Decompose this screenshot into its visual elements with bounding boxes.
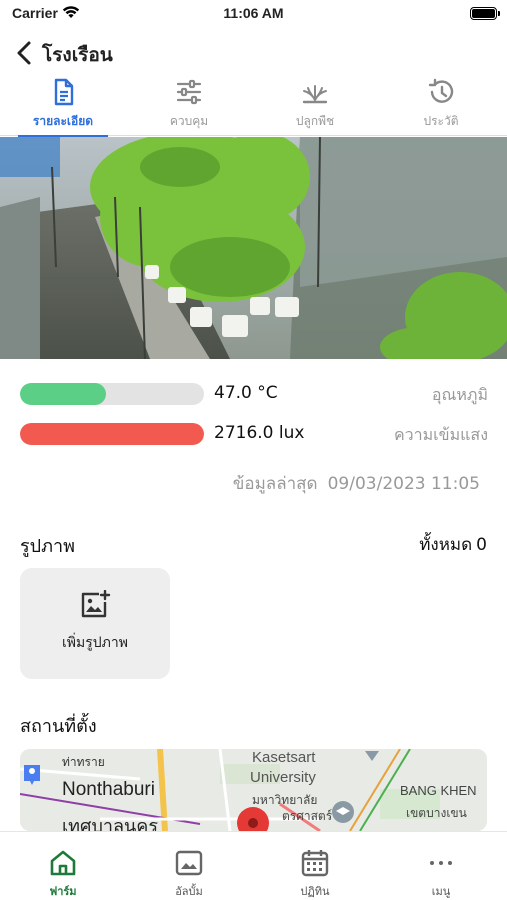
- bottom-tab-farm[interactable]: ฟาร์ม: [0, 832, 126, 900]
- tab-label: ควบคุม: [169, 114, 209, 128]
- nav-bar: โรงเรือน: [0, 36, 507, 70]
- document-icon: [54, 78, 74, 106]
- bottom-tab-calendar[interactable]: ปฏิทิน: [252, 832, 378, 900]
- location-map[interactable]: ท่าทราย Nonthaburi เทศบาลนคร Kasetsart U…: [20, 749, 487, 831]
- map-label-kasetsart: Kasetsart: [252, 749, 316, 766]
- more-icon: [430, 861, 452, 865]
- images-title: รูปภาพ: [20, 536, 75, 557]
- map-label-nonthaburi: Nonthaburi: [62, 779, 155, 800]
- images-count-value: 0: [476, 535, 487, 555]
- map-label-thesaban: เทศบาลนคร: [62, 816, 159, 831]
- temperature-bar-fill: [20, 383, 107, 405]
- home-icon: [50, 850, 76, 876]
- tab-control[interactable]: ควบคุม: [126, 74, 252, 136]
- temperature-bar: [20, 383, 204, 405]
- map-label-tha-sai: ท่าทราย: [62, 755, 105, 769]
- tab-label: ปลูกพืช: [295, 114, 335, 128]
- bottom-tab-album[interactable]: อัลบั้ม: [126, 832, 252, 900]
- light-bar-fill: [20, 423, 204, 445]
- tab-label: รายละเอียด: [32, 114, 94, 128]
- calendar-icon: [301, 850, 329, 877]
- greenhouse-detail-screen: Carrier 11:06 AM โรงเรือน รายละเอียด ควบ…: [0, 0, 507, 900]
- images-count: ทั้งหมด 0: [419, 531, 487, 558]
- history-icon: [428, 78, 454, 103]
- album-icon: [175, 850, 203, 876]
- triangle-marker-icon: [365, 751, 379, 761]
- add-image-label: เพิ่มรูปภาพ: [62, 635, 128, 651]
- back-chevron-icon[interactable]: [14, 40, 36, 66]
- bottom-tab-label: อัลบั้ม: [175, 885, 203, 898]
- bottom-tab-menu[interactable]: เมนู: [378, 832, 504, 900]
- tab-planting[interactable]: ปลูกพืช: [252, 74, 378, 136]
- location-pin-icon: [24, 765, 40, 785]
- location-title: สถานที่ตั้ง: [20, 716, 97, 737]
- university-marker-icon: [332, 801, 354, 823]
- sliders-icon: [176, 79, 202, 105]
- map-label-kasetsat-th: ตรศาสตร์: [282, 809, 333, 823]
- light-bar: [20, 423, 204, 445]
- plant-icon: [302, 85, 328, 104]
- bottom-tab-label: เมนู: [431, 885, 451, 898]
- map-label-khet-bang-khen: เขตบางเขน: [406, 806, 467, 820]
- page-title: โรงเรือน: [42, 44, 113, 66]
- last-updated-label: ข้อมูลล่าสุด: [232, 474, 318, 494]
- battery-icon: [470, 7, 500, 20]
- add-image-icon: [81, 590, 111, 618]
- tab-bar: รายละเอียด ควบคุม ปลูกพืช ประวัติ: [0, 74, 507, 137]
- temperature-label: อุณหภูมิ: [431, 385, 488, 404]
- map-label-university: University: [250, 769, 316, 786]
- map-marker-icon: [237, 807, 269, 831]
- temperature-value: 47.0 °C: [214, 383, 278, 403]
- images-count-label: ทั้งหมด: [419, 535, 473, 555]
- tab-history[interactable]: ประวัติ: [378, 74, 504, 136]
- greenhouse-photo: [0, 137, 507, 359]
- clock: 11:06 AM: [223, 5, 284, 21]
- add-image-button[interactable]: เพิ่มรูปภาพ: [20, 568, 170, 679]
- tab-details[interactable]: รายละเอียด: [0, 74, 126, 137]
- temperature-row: 47.0 °C อุณหภูมิ: [20, 381, 490, 407]
- light-label: ความเข้มแสง: [393, 425, 488, 444]
- bottom-tab-label: ฟาร์ม: [49, 885, 77, 898]
- last-updated-datetime: 09/03/2023 11:05: [327, 474, 480, 494]
- map-label-bang-khen: BANG KHEN: [400, 783, 477, 798]
- bottom-tab-bar: ฟาร์ม อัลบั้ม ปฏิทิน เมนู: [0, 831, 507, 900]
- light-value: 2716.0 lux: [214, 423, 305, 443]
- light-row: 2716.0 lux ความเข้มแสง: [20, 421, 490, 447]
- bottom-tab-label: ปฏิทิน: [300, 885, 330, 898]
- tab-label: ประวัติ: [423, 114, 459, 128]
- last-updated: ข้อมูลล่าสุด 09/03/2023 11:05: [233, 470, 480, 497]
- status-bar: Carrier 11:06 AM: [0, 0, 507, 30]
